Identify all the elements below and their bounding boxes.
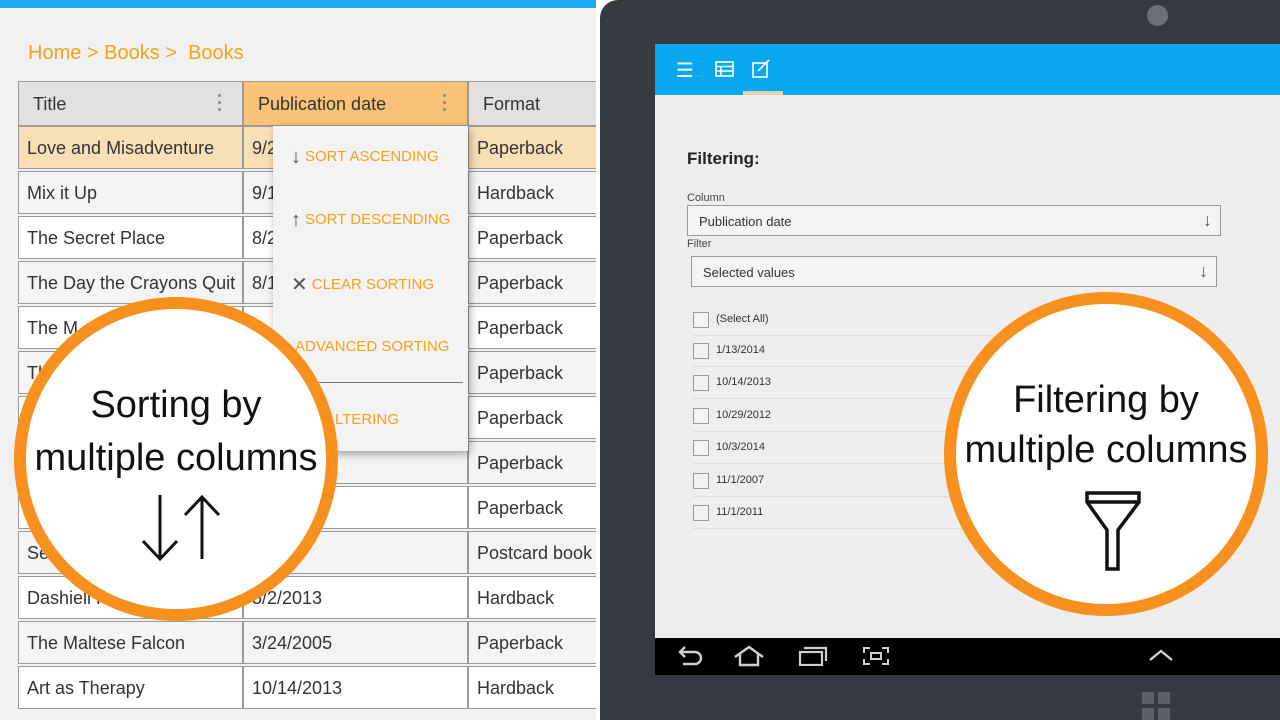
filtering-feature-badge: Filtering by multiple columns <box>944 292 1268 616</box>
column-header-title[interactable]: Title <box>18 81 243 126</box>
table-cell[interactable]: Paperback <box>468 396 596 439</box>
android-nav-bar <box>655 638 1280 675</box>
breadcrumb[interactable]: Home > Books > Books <box>28 42 244 65</box>
sort-arrows-icon <box>141 494 221 562</box>
checkbox[interactable] <box>693 440 709 456</box>
table-cell[interactable]: Hardback <box>468 576 596 619</box>
badge-line-1: Filtering by <box>1013 379 1199 421</box>
menu-item-sort-descending[interactable]: ↑ SORT DESCENDING <box>291 209 450 232</box>
table-cell[interactable]: Paperback <box>468 621 596 664</box>
badge-line-2: multiple columns <box>964 429 1248 471</box>
checkbox[interactable] <box>693 343 709 359</box>
table-cell[interactable]: Paperback <box>468 351 596 394</box>
filter-value-item[interactable]: 10/14/2013 <box>693 367 993 399</box>
recent-apps-icon[interactable] <box>798 646 828 666</box>
table-cell[interactable]: 3/24/2005 <box>243 621 468 664</box>
camera-icon <box>1147 5 1168 26</box>
menu-item-sort-ascending[interactable]: ↓ SORT ASCENDING <box>291 146 439 169</box>
table-cell[interactable]: Paperback <box>468 486 596 529</box>
column-header-label: Format <box>483 94 541 114</box>
table-cell[interactable]: The Maltese Falcon <box>18 621 243 664</box>
column-header-label: Publication date <box>258 94 387 114</box>
filter-funnel-icon <box>1085 491 1141 571</box>
arrow-down-icon: ↓ <box>291 146 301 168</box>
filter-label: Filter <box>687 238 712 250</box>
table-cell[interactable]: Postcard book <box>468 531 596 574</box>
close-icon: ✕ <box>291 274 308 296</box>
filter-value-item[interactable]: 1/13/2014 <box>693 335 993 367</box>
top-accent-bar <box>0 0 596 8</box>
active-tab-indicator <box>743 91 783 95</box>
page-title: Filtering: <box>687 149 760 168</box>
badge-line-1: Sorting by <box>90 384 262 426</box>
grid-view-icon[interactable] <box>715 61 735 78</box>
table-cell[interactable]: The Day the Crayons Quit <box>18 261 243 304</box>
table-cell[interactable]: Love and Misadventure <box>18 126 243 169</box>
checkbox[interactable] <box>693 312 709 328</box>
table-cell[interactable]: The Secret Place <box>18 216 243 259</box>
table-cell[interactable]: Hardback <box>468 666 596 709</box>
menu-item-clear-sorting[interactable]: ✕ CLEAR SORTING <box>291 272 434 297</box>
table-cell[interactable]: Paperback <box>468 261 596 304</box>
home-icon[interactable] <box>733 645 765 667</box>
table-cell[interactable]: Hardback <box>468 171 596 214</box>
table-cell[interactable]: Paperback <box>468 126 596 169</box>
column-label: Column <box>687 192 725 204</box>
checkbox[interactable] <box>693 408 709 424</box>
column-menu-icon[interactable] <box>218 92 222 115</box>
filter-value-item[interactable]: 11/1/2011 <box>693 497 993 529</box>
table-cell[interactable]: Mix it Up <box>18 171 243 214</box>
app-toolbar: ☰ <box>655 44 1280 95</box>
table-cell[interactable]: Paperback <box>468 441 596 484</box>
filter-select[interactable]: Selected values ↓ <box>691 256 1217 287</box>
arrow-down-icon: ↓ <box>1199 261 1208 281</box>
menu-icon[interactable]: ☰ <box>676 58 694 83</box>
checkbox[interactable] <box>693 375 709 391</box>
hardware-menu-button-icon <box>1142 692 1172 720</box>
column-select[interactable]: Publication date ↓ <box>687 205 1221 236</box>
sorting-feature-badge: Sorting by multiple columns <box>14 297 338 621</box>
screenshot-icon[interactable] <box>862 646 890 666</box>
table-cell[interactable]: 10/14/2013 <box>243 666 468 709</box>
table-cell[interactable]: Paperback <box>468 306 596 349</box>
checkbox[interactable] <box>693 473 709 489</box>
table-cell[interactable]: Paperback <box>468 216 596 259</box>
arrow-down-icon: ↓ <box>1203 210 1212 230</box>
books-grid-panel: Home > Books > Books Title Publication d… <box>0 0 596 720</box>
edit-icon[interactable] <box>752 59 772 78</box>
chevron-up-icon[interactable] <box>1148 648 1174 662</box>
checkbox[interactable] <box>693 505 709 521</box>
table-cell[interactable]: Art as Therapy <box>18 666 243 709</box>
column-menu-icon[interactable] <box>443 92 447 115</box>
badge-line-2: multiple columns <box>34 437 318 479</box>
menu-item-filtering[interactable]: LTERING <box>335 411 399 428</box>
column-header-format[interactable]: Format <box>468 81 596 126</box>
back-icon[interactable] <box>675 646 703 666</box>
filter-value-item[interactable]: (Select All) <box>693 304 993 336</box>
column-header-label: Title <box>33 94 67 114</box>
arrow-up-icon: ↑ <box>291 209 301 231</box>
menu-item-advanced-sorting[interactable]: ADVANCED SORTING <box>295 338 449 355</box>
column-header-publication-date[interactable]: Publication date <box>243 81 468 126</box>
